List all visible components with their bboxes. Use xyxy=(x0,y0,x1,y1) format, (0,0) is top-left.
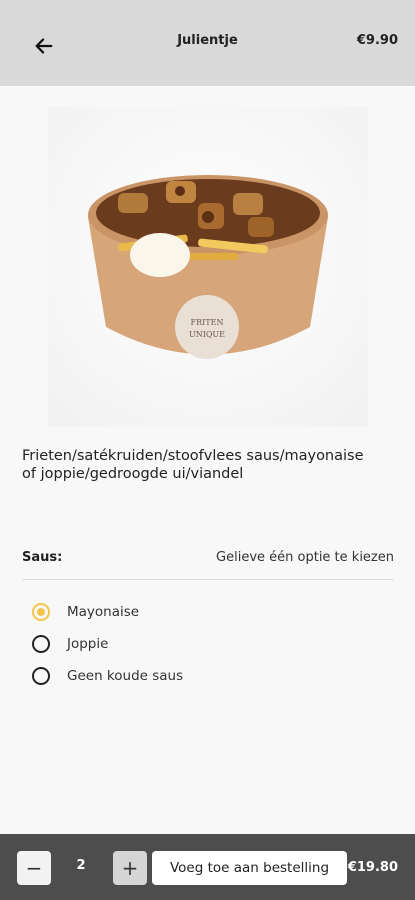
product-description: Frieten/satékruiden/stoofvlees saus/mayo… xyxy=(22,448,364,482)
option-label: Joppie xyxy=(67,636,109,652)
order-bar: − 2 + Voeg toe aan bestelling €19.80 xyxy=(0,834,415,900)
total-price: €19.80 xyxy=(347,860,398,875)
page-title: Julientje xyxy=(177,33,238,48)
quantity-value: 2 xyxy=(76,858,86,873)
header-bar: Julientje €9.90 xyxy=(0,0,415,86)
increase-quantity-button[interactable]: + xyxy=(113,851,147,885)
divider xyxy=(22,579,394,580)
product-image: FRITEN UNIQUE xyxy=(48,107,368,427)
sauce-options: Mayonaise Joppie Geen koude saus xyxy=(32,596,183,692)
sauce-option-geen-koude-saus[interactable]: Geen koude saus xyxy=(32,660,183,692)
svg-text:FRITEN: FRITEN xyxy=(191,318,224,327)
fries-bowl-image: FRITEN UNIQUE xyxy=(48,107,368,427)
unit-price: €9.90 xyxy=(356,33,398,48)
add-to-order-button[interactable]: Voeg toe aan bestelling xyxy=(152,851,347,885)
radio-unselected-icon[interactable] xyxy=(32,667,50,685)
sauce-option-mayonaise[interactable]: Mayonaise xyxy=(32,596,183,628)
svg-text:UNIQUE: UNIQUE xyxy=(189,330,225,339)
decrease-quantity-button[interactable]: − xyxy=(17,851,51,885)
option-label: Geen koude saus xyxy=(67,668,184,684)
radio-unselected-icon[interactable] xyxy=(32,635,50,653)
sauce-option-joppie[interactable]: Joppie xyxy=(32,628,183,660)
option-label: Mayonaise xyxy=(67,604,140,620)
radio-selected-icon[interactable] xyxy=(32,603,50,621)
sauce-label: Saus: xyxy=(22,550,63,565)
sauce-hint: Gelieve één optie te kiezen xyxy=(216,550,394,565)
